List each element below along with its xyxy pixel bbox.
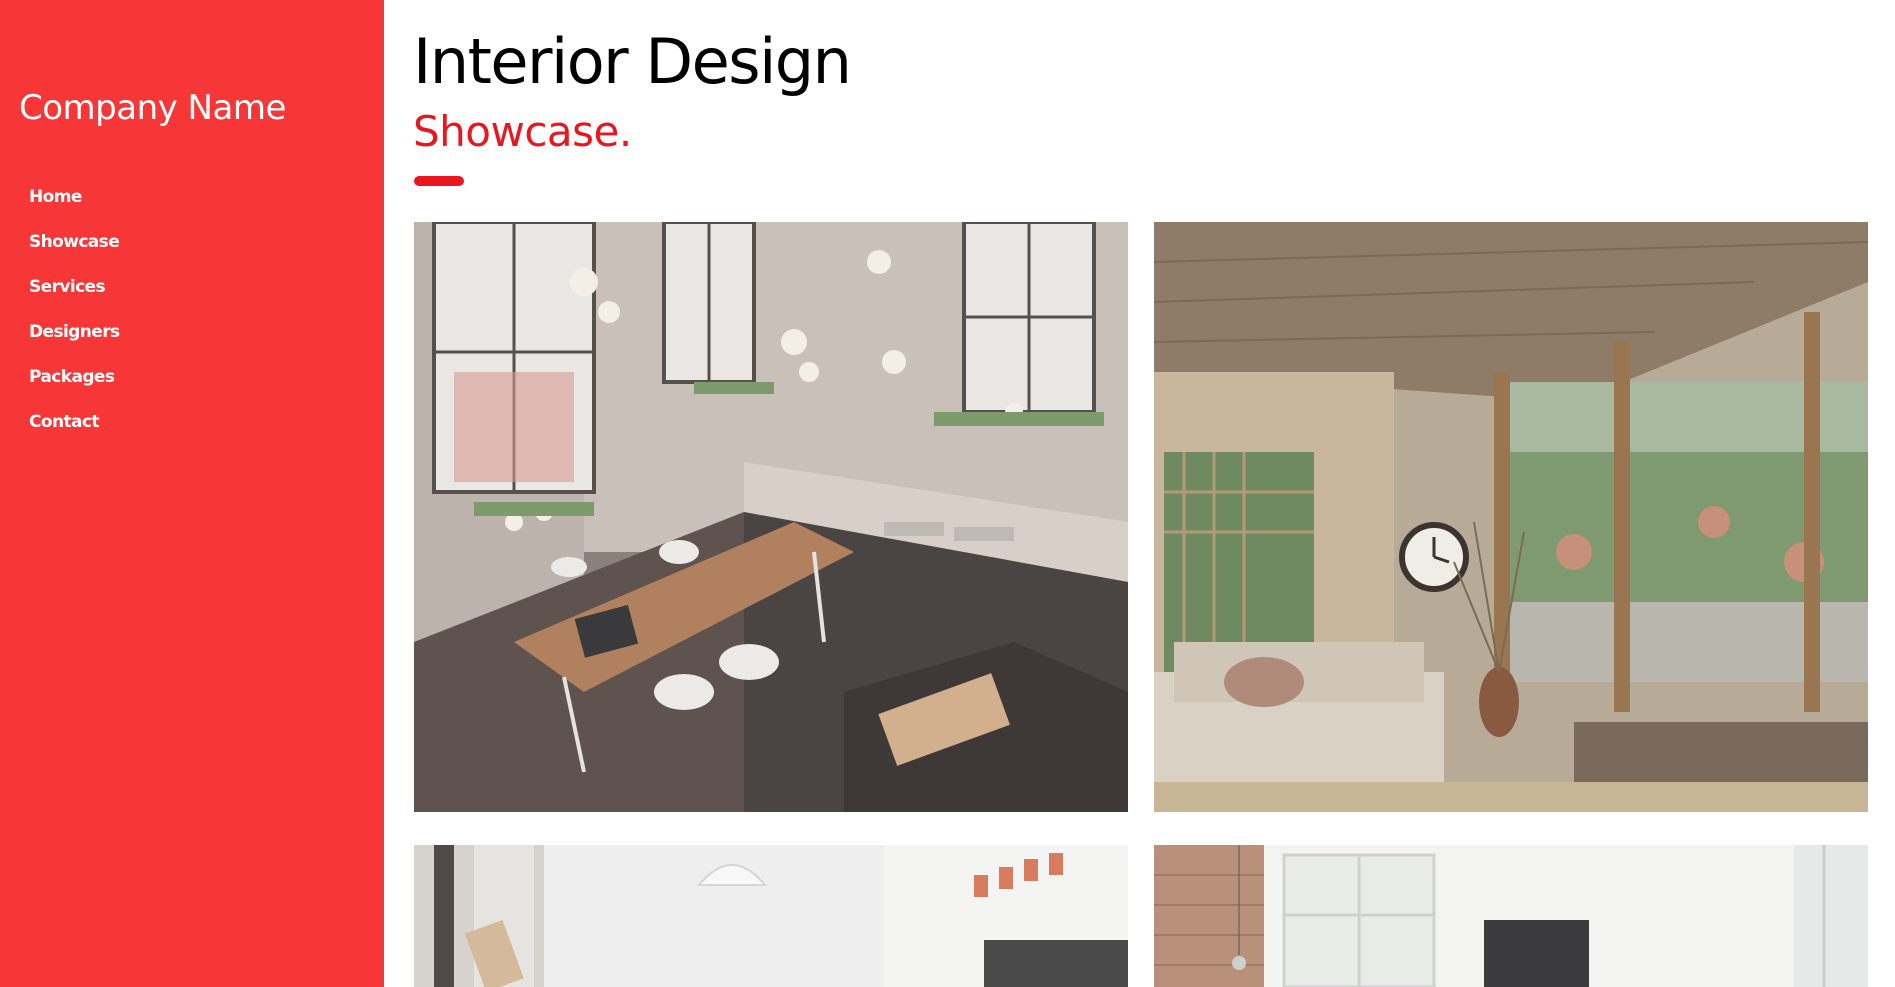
company-name[interactable]: Company Name [19, 88, 286, 128]
sidebar: Company Name Home Showcase Services Desi… [0, 0, 384, 987]
nav-item-home: Home [29, 184, 120, 229]
page-title: Interior Design [413, 25, 852, 98]
loft-kitchen-photo [414, 222, 1128, 812]
title-underline-accent [414, 176, 464, 186]
nav-link-home[interactable]: Home [29, 184, 82, 210]
page-subtitle: Showcase. [413, 107, 632, 156]
gallery-photo-white-room[interactable] [414, 845, 1128, 987]
nav-item-contact: Contact [29, 409, 120, 454]
nav-link-services[interactable]: Services [29, 274, 106, 300]
wood-wall-room-photo [1154, 845, 1868, 987]
sidebar-nav: Home Showcase Services Designers Package… [29, 184, 120, 454]
gallery-photo-loft-kitchen[interactable] [414, 222, 1128, 812]
nav-link-contact[interactable]: Contact [29, 409, 99, 435]
sunroom-photo [1154, 222, 1868, 812]
nav-link-designers[interactable]: Designers [29, 319, 120, 345]
main-content: Interior Design Showcase. [384, 0, 1895, 987]
nav-item-services: Services [29, 274, 120, 319]
nav-link-showcase[interactable]: Showcase [29, 229, 120, 255]
nav-item-showcase: Showcase [29, 229, 120, 274]
nav-item-designers: Designers [29, 319, 120, 364]
nav-link-packages[interactable]: Packages [29, 364, 115, 390]
gallery-photo-sunroom[interactable] [1154, 222, 1868, 812]
nav-item-packages: Packages [29, 364, 120, 409]
white-room-photo [414, 845, 1128, 987]
gallery-photo-wood-wall-room[interactable] [1154, 845, 1868, 987]
